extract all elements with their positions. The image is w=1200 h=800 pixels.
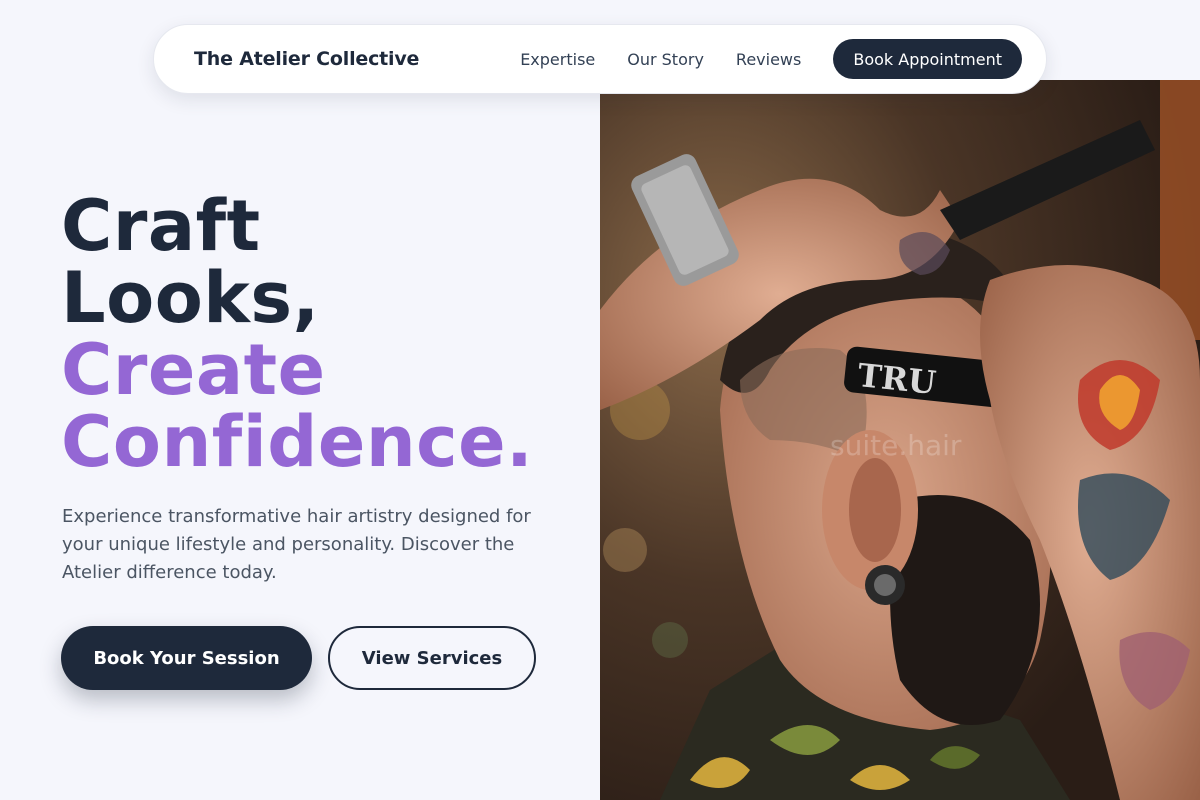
nav-link-reviews[interactable]: Reviews xyxy=(736,50,801,69)
headline-line-3: Create xyxy=(61,329,326,411)
hero-subcopy: Experience transformative hair artistry … xyxy=(62,506,531,583)
brand-logo[interactable]: The Atelier Collective xyxy=(194,48,419,70)
hero-headline: Craft Looks, Create Confidence. xyxy=(61,190,533,478)
view-services-button[interactable]: View Services xyxy=(328,626,536,690)
image-watermark: suite.hair xyxy=(830,429,962,462)
nav-link-our-story[interactable]: Our Story xyxy=(627,50,704,69)
nav-links: Expertise Our Story Reviews Book Appoint… xyxy=(520,39,1022,79)
headline-line-4: Confidence. xyxy=(61,401,534,483)
headline-line-2: Looks, xyxy=(61,257,320,339)
top-nav: The Atelier Collective Expertise Our Sto… xyxy=(153,24,1047,94)
book-session-button[interactable]: Book Your Session xyxy=(61,626,312,690)
hero-image: TRU suite.hair xyxy=(600,80,1200,800)
nav-link-expertise[interactable]: Expertise xyxy=(520,50,595,69)
book-appointment-button[interactable]: Book Appointment xyxy=(833,39,1022,79)
headline-line-1: Craft xyxy=(61,185,261,267)
